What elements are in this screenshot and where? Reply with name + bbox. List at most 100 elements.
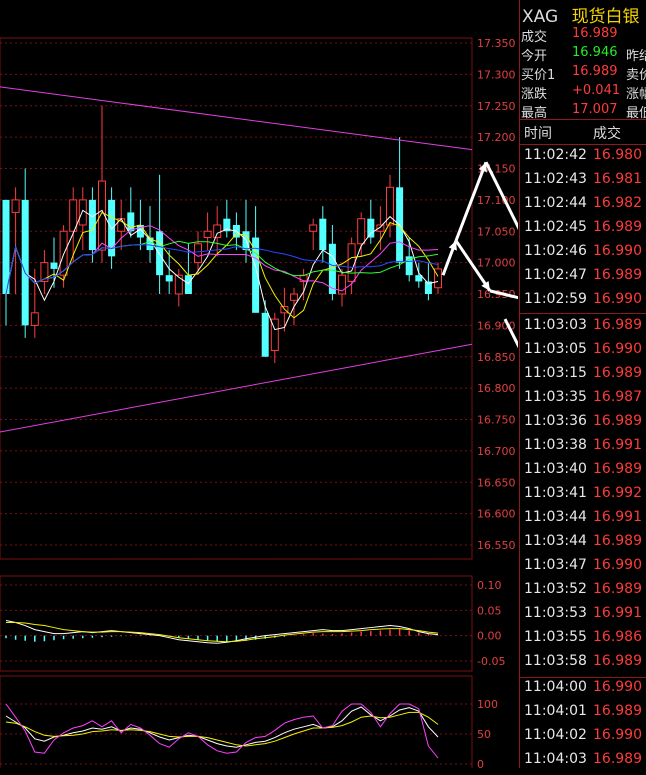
price-axis-label: 16.650 <box>477 476 516 489</box>
tick-row[interactable]: 11:04:02 16.990 <box>520 727 646 751</box>
tick-price: 16.990 <box>593 679 642 695</box>
tick-price: 16.992 <box>593 485 642 501</box>
tick-row[interactable]: 11:03:05 16.990 <box>520 341 646 365</box>
quote-label: 涨跌 <box>521 87 548 101</box>
price-axis-label: 17.050 <box>477 225 516 238</box>
macd-dif-line <box>5 619 439 644</box>
candle-body-up <box>290 293 298 301</box>
tick-row[interactable]: 11:02:46 16.990 <box>520 243 646 267</box>
tick-row[interactable]: 11:03:52 16.989 <box>520 581 646 605</box>
tick-row[interactable]: 11:03:58 16.989 <box>520 653 646 677</box>
quote-label: 今开 <box>521 49 548 63</box>
tick-row[interactable]: 11:02:59 16.990 <box>520 291 646 315</box>
tick-price: 16.991 <box>593 605 642 621</box>
tick-row[interactable]: 11:03:15 16.989 <box>520 365 646 389</box>
tick-row[interactable]: 11:04:00 16.990 <box>520 679 646 703</box>
tick-separator <box>520 313 646 314</box>
tick-price: 16.991 <box>593 509 642 525</box>
price-axis-label: 17.350 <box>477 37 516 50</box>
tick-row[interactable]: 11:03:47 16.990 <box>520 557 646 581</box>
tick-price: 16.981 <box>593 171 642 187</box>
tick-row[interactable]: 11:03:36 16.989 <box>520 413 646 437</box>
quote-label: 买价1 <box>521 68 556 82</box>
tick-row[interactable]: 11:02:45 16.989 <box>520 219 646 243</box>
tick-time: 11:03:40 <box>524 461 587 477</box>
tick-time: 11:03:15 <box>524 365 587 381</box>
tick-price: 16.986 <box>593 629 642 645</box>
macd-axis-label: 0.10 <box>477 579 502 592</box>
tick-time: 11:03:05 <box>524 341 587 357</box>
tick-price: 16.990 <box>593 243 642 259</box>
tick-row[interactable]: 11:03:41 16.992 <box>520 485 646 509</box>
quote-row: 成交 16.989 <box>520 26 646 44</box>
tick-row[interactable]: 11:02:43 16.981 <box>520 171 646 195</box>
price-axis-label: 17.000 <box>477 257 516 270</box>
tick-time: 11:03:55 <box>524 629 587 645</box>
price-axis-label: 17.100 <box>477 194 516 207</box>
candle-body-up <box>357 218 366 245</box>
quote-extra-label: 最低 <box>626 106 646 120</box>
tick-time: 11:03:52 <box>524 581 587 597</box>
kline-chart[interactable]: 17.35017.30017.25017.20017.15017.10017.0… <box>0 0 518 768</box>
tick-row[interactable]: 11:03:44 16.989 <box>520 533 646 557</box>
tick-time: 11:04:01 <box>524 703 587 719</box>
tick-time: 11:04:03 <box>524 751 587 767</box>
tick-row[interactable]: 11:03:38 16.991 <box>520 437 646 461</box>
tick-price: 16.989 <box>593 267 642 283</box>
kline-chart-area[interactable]: 17.350 17.300 17.250 17.200 17.150 17.100 17.0… <box>0 0 518 768</box>
price-axis-label: 16.700 <box>477 445 516 458</box>
tick-time: 11:02:46 <box>524 243 587 259</box>
quote-row: 买价1 16.989 卖价 <box>520 64 646 82</box>
tick-time: 11:04:02 <box>524 727 587 743</box>
tick-time: 11:03:44 <box>524 509 587 525</box>
candle-body-up <box>11 199 20 213</box>
tick-time: 11:02:59 <box>524 291 587 307</box>
tick-time: 11:02:45 <box>524 219 587 235</box>
tick-row[interactable]: 11:03:55 16.986 <box>520 629 646 653</box>
kdj-pane-frame <box>0 675 473 768</box>
tick-time: 11:03:36 <box>524 413 587 429</box>
quote-extra-label: 卖价 <box>626 68 646 82</box>
candle-body-up <box>309 224 318 232</box>
tick-row[interactable]: 11:02:47 16.989 <box>520 267 646 291</box>
tick-row[interactable]: 11:03:35 16.987 <box>520 389 646 413</box>
tick-row[interactable]: 11:04:03 16.989 <box>520 751 646 775</box>
tick-price: 16.989 <box>593 533 642 549</box>
tick-price: 16.990 <box>593 557 642 573</box>
tick-price: 16.990 <box>593 291 642 307</box>
tick-row[interactable]: 11:04:01 16.989 <box>520 703 646 727</box>
kdj-axis-label: 50 <box>477 728 491 741</box>
tick-price: 16.989 <box>593 317 642 333</box>
tick-time: 11:02:47 <box>524 267 587 283</box>
tick-price: 16.989 <box>593 703 642 719</box>
quote-label: 成交 <box>521 30 548 44</box>
kdj-axis-label: 100 <box>477 698 498 711</box>
tick-price: 16.980 <box>593 147 642 163</box>
macd-dea-line <box>6 621 439 643</box>
candle-body-down <box>261 312 269 357</box>
tick-row[interactable]: 11:03:40 16.989 <box>520 461 646 485</box>
tick-time: 11:03:03 <box>524 317 587 333</box>
ticks-header: 时间 成交 <box>520 119 646 145</box>
tick-price: 16.989 <box>593 413 642 429</box>
macd-axis-label: 0.00 <box>477 630 502 643</box>
candle-body-down <box>165 275 173 282</box>
tick-price: 16.989 <box>593 461 642 477</box>
tick-time: 11:03:44 <box>524 533 587 549</box>
tick-row[interactable]: 11:03:03 16.989 <box>520 317 646 341</box>
tick-row[interactable]: 11:03:53 16.991 <box>520 605 646 629</box>
price-axis-label: 16.550 <box>477 539 516 552</box>
tick-row[interactable]: 11:02:42 16.980 <box>520 147 646 171</box>
tick-price: 16.989 <box>593 365 642 381</box>
candle-body-up <box>203 230 212 239</box>
tick-price: 16.989 <box>593 581 642 597</box>
instrument-name: 现货白银 <box>571 7 640 27</box>
tick-row[interactable]: 11:03:44 16.991 <box>520 509 646 533</box>
tick-time: 11:03:53 <box>524 605 587 621</box>
candle-body-down <box>50 262 58 269</box>
tick-row[interactable]: 11:02:44 16.982 <box>520 195 646 219</box>
price-axis-label: 17.300 <box>477 68 516 81</box>
candle-body-down <box>127 212 135 232</box>
tick-time: 11:03:58 <box>524 653 587 669</box>
tick-time: 11:03:38 <box>524 437 587 453</box>
